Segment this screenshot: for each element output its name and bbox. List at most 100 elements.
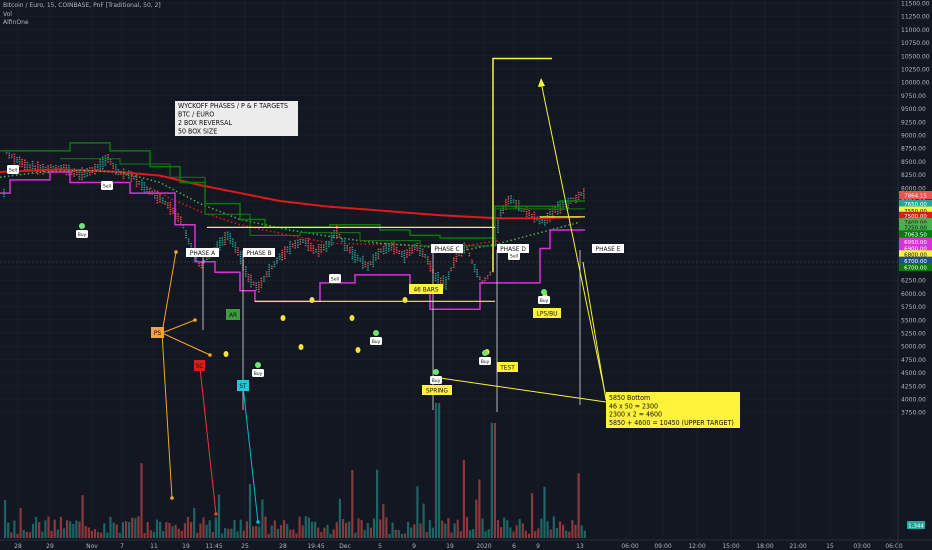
volume-bar [16, 533, 19, 538]
pnf-box [382, 250, 385, 252]
pnf-box [476, 275, 478, 278]
pnf-box [419, 247, 421, 250]
pnf-box [442, 280, 445, 282]
volume-bar [44, 520, 47, 538]
pnf-box [252, 281, 255, 284]
pnf-box [343, 245, 346, 247]
pnf-box [385, 247, 387, 249]
x-tick-label: Dec [339, 543, 351, 550]
pnf-box [583, 195, 585, 197]
volume-bar [128, 522, 131, 538]
pnf-box [133, 178, 135, 180]
pnf-box [515, 206, 517, 209]
pnf-box [442, 277, 445, 280]
volume-bar [47, 516, 50, 538]
volume-bar [422, 503, 425, 538]
pnf-box [325, 248, 328, 250]
volume-bar [295, 533, 298, 538]
pnf-box [5, 152, 8, 154]
pnf-box [89, 167, 91, 169]
pnf-box [447, 271, 450, 273]
pnf-box [57, 166, 60, 168]
y-tick-label: 8750.00 [901, 146, 926, 153]
title-annotation-line: WYCKOFF PHASES / P & F TARGETS [178, 102, 288, 110]
pnf-box [63, 166, 65, 169]
volume-bar [90, 531, 93, 538]
pnf-box [221, 241, 224, 244]
pnf-box [65, 173, 68, 176]
pnf-box [47, 165, 49, 167]
ar-label: AR [229, 311, 237, 319]
volume-bar [407, 521, 410, 538]
pnf-box [421, 250, 424, 253]
pnf-box [117, 173, 120, 176]
pnf-box [128, 170, 130, 172]
pnf-box [180, 218, 182, 221]
pnf-box [518, 209, 520, 212]
volume-bar [524, 530, 527, 538]
volume-bar [459, 531, 462, 538]
pnf-box [385, 245, 387, 247]
pnf-box [172, 212, 174, 214]
pnf-box [473, 268, 476, 270]
signal-dot [349, 315, 355, 321]
volume-bar [283, 520, 286, 538]
pnf-box [372, 265, 374, 268]
pnf-box [135, 185, 138, 187]
pnf-box [229, 239, 231, 242]
volume-bar [469, 530, 472, 538]
volume-bar [521, 523, 524, 538]
pnf-box [224, 234, 226, 236]
pnf-box [161, 202, 164, 204]
pnf-box [281, 256, 283, 259]
pnf-box [515, 202, 517, 204]
pnf-box [216, 243, 218, 246]
pnf-box [247, 273, 250, 276]
pnf-box [187, 242, 190, 245]
x-tick-label: 13 [576, 543, 584, 550]
pnf-box [315, 251, 317, 253]
pnf-box [502, 211, 504, 214]
pnf-box [473, 266, 476, 268]
volume-bar [143, 532, 146, 538]
pnf-box [224, 239, 226, 241]
pnf-box [460, 254, 463, 257]
pnf-box [382, 248, 385, 250]
pnf-box [531, 213, 533, 216]
x-tick-label: 21:00 [789, 543, 806, 550]
pnf-box [169, 206, 172, 208]
pnf-box [172, 207, 174, 210]
pnf-box [445, 281, 447, 283]
pnf-box [206, 258, 208, 261]
pnf-box [276, 259, 278, 262]
pnf-box [473, 270, 476, 273]
pnf-box [421, 255, 424, 257]
pnf-box [195, 259, 198, 262]
pnf-box [148, 190, 151, 193]
pnf-box [523, 210, 525, 212]
volume-bar [484, 531, 487, 538]
volume-bar [168, 522, 171, 538]
pnf-chart[interactable]: 11500.00 11250.00 11000.00 10750.00 10500.00… [0, 0, 932, 550]
pnf-box [476, 268, 478, 271]
pnf-box [351, 246, 354, 248]
event-arrow-head [208, 353, 212, 357]
pnf-box [224, 232, 226, 234]
pnf-box [453, 257, 455, 259]
pnf-box [3, 188, 5, 191]
pnf-box [104, 155, 107, 157]
pnf-box [463, 242, 465, 244]
volume-bar [258, 526, 261, 538]
pnf-box [497, 229, 499, 231]
volume-bar [394, 529, 397, 538]
pnf-box [148, 188, 151, 190]
pnf-box [541, 221, 543, 224]
pnf-box [141, 181, 143, 184]
pnf-box [99, 161, 101, 163]
pnf-box [11, 154, 13, 156]
volume-bar [56, 529, 59, 538]
pnf-box [299, 238, 302, 241]
y-tick-label: 4250.00 [901, 383, 926, 390]
pnf-box [419, 250, 421, 252]
pnf-box [445, 288, 447, 290]
